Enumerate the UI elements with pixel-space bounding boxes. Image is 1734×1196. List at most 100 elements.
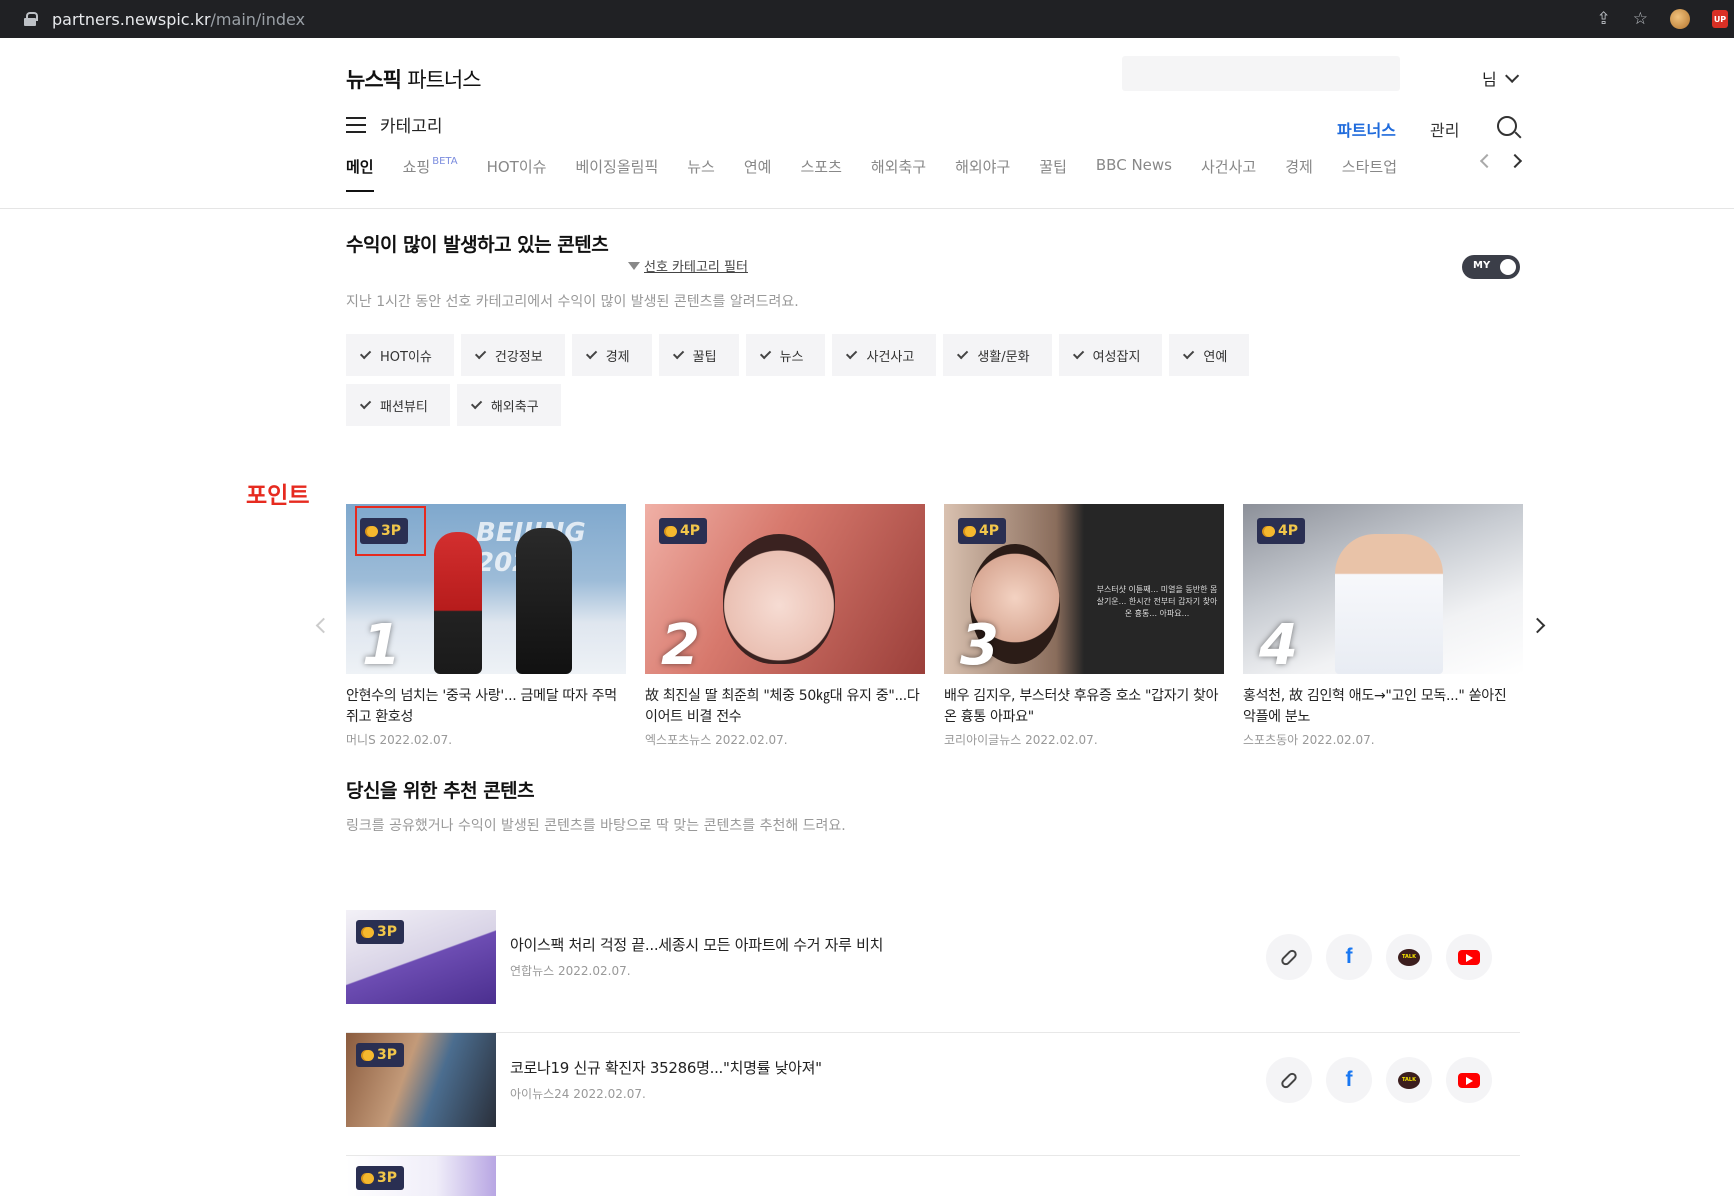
nav-item-main[interactable]: 메인	[346, 156, 374, 190]
kakaotalk-share-button[interactable]: TALK	[1386, 1057, 1432, 1103]
chip-health[interactable]: 건강정보	[461, 334, 565, 376]
card-meta: 코리아이글뉴스 2022.02.07.	[944, 731, 1224, 748]
thumb-caption: 부스터샷 이튿째... 미열을 동반한 몸살기운... 한시간 전부터 갑자기 …	[1094, 584, 1220, 620]
category-nav: 메인 쇼핑BETA HOT이슈 베이징올림픽 뉴스 연예 스포츠 해외축구 해외…	[346, 156, 1426, 190]
chip-news[interactable]: 뉴스	[746, 334, 826, 376]
header-search-box[interactable]	[1122, 56, 1400, 91]
youtube-share-button[interactable]	[1446, 934, 1492, 980]
chevron-right-icon[interactable]	[1508, 154, 1522, 168]
card-title[interactable]: 홍석천, 故 김인혁 애도→"고인 모독..." 쏟아진 악플에 분노	[1243, 686, 1523, 728]
nav-item-foreign-baseball[interactable]: 해외야구	[955, 156, 1010, 190]
site-logo[interactable]: 뉴스픽 파트너스	[346, 64, 481, 94]
category-label: 카테고리	[380, 112, 443, 137]
card-title[interactable]: 안현수의 넘치는 '중국 사랑'... 금메달 따자 주먹 쥐고 환호성	[346, 686, 626, 728]
logo-thin: 파트너스	[407, 68, 480, 92]
toggle-label: MY	[1473, 260, 1490, 271]
kakaotalk-icon: TALK	[1398, 949, 1420, 966]
item-title[interactable]: 아이스팩 처리 걱정 끝...세종시 모든 아파트에 수거 자루 비치	[510, 934, 883, 955]
my-toggle[interactable]: MY	[1462, 255, 1520, 279]
points-badge: 3P	[356, 1166, 404, 1190]
chip-label: 연예	[1203, 346, 1227, 365]
youtube-share-button[interactable]	[1446, 1057, 1492, 1103]
card-date: 2022.02.07.	[715, 733, 788, 747]
list-item[interactable]: 3P	[346, 1156, 1520, 1196]
facebook-icon: f	[1346, 945, 1353, 969]
nav-item-label: 쇼핑	[403, 158, 431, 176]
toggle-knob	[1500, 259, 1516, 275]
chip-lifestyle[interactable]: 생활/문화	[943, 334, 1051, 376]
chevron-left-icon[interactable]	[1480, 154, 1494, 168]
chip-tips[interactable]: 꿀팁	[659, 334, 739, 376]
category-menu-button[interactable]: 카테고리	[346, 112, 443, 137]
carousel-prev-icon[interactable]	[316, 618, 332, 634]
user-menu[interactable]: 님	[1482, 66, 1515, 90]
points-badge: 4P	[659, 518, 707, 544]
share-icon[interactable]: ⇪	[1597, 9, 1611, 29]
nav-item-bbc[interactable]: BBC News	[1096, 156, 1172, 190]
trending-card[interactable]: 4P 2 故 최진실 딸 최준희 "체중 50㎏대 유지 중"...다이어트 비…	[645, 504, 925, 748]
item-thumbnail: 3P	[346, 910, 496, 1004]
chip-label: 경제	[606, 346, 630, 365]
check-icon	[846, 348, 857, 359]
card-source: 코리아이글뉴스	[944, 733, 1021, 747]
trending-card[interactable]: 부스터샷 이튿째... 미열을 동반한 몸살기운... 한시간 전부터 갑자기 …	[944, 504, 1224, 748]
trending-card[interactable]: 4P 4 홍석천, 故 김인혁 애도→"고인 모독..." 쏟아진 악플에 분노…	[1243, 504, 1523, 748]
recommend-title: 당신을 위한 추천 콘텐츠	[346, 776, 534, 803]
chip-incidents[interactable]: 사건사고	[832, 334, 936, 376]
chip-hot[interactable]: HOT이슈	[346, 334, 454, 376]
rank-number: 1	[362, 613, 401, 674]
carousel-next-icon[interactable]	[1530, 618, 1546, 634]
thumb-figure	[434, 532, 482, 674]
partners-link[interactable]: 파트너스	[1337, 117, 1396, 141]
nav-item-incidents[interactable]: 사건사고	[1201, 156, 1256, 190]
chip-entertainment[interactable]: 연예	[1169, 334, 1249, 376]
facebook-share-button[interactable]: f	[1326, 1057, 1372, 1103]
points-badge: 4P	[958, 518, 1006, 544]
copy-link-button[interactable]	[1266, 1057, 1312, 1103]
link-icon	[1279, 1070, 1298, 1089]
chip-fashion-beauty[interactable]: 패션뷰티	[346, 384, 450, 426]
card-title[interactable]: 故 최진실 딸 최준희 "체중 50㎏대 유지 중"...다이어트 비결 전수	[645, 686, 925, 728]
points-badge: 4P	[1257, 518, 1305, 544]
nav-item-shopping[interactable]: 쇼핑BETA	[403, 156, 458, 190]
nav-item-news[interactable]: 뉴스	[687, 156, 715, 190]
extension-badge-icon[interactable]: UP	[1712, 10, 1728, 28]
star-icon[interactable]: ☆	[1633, 9, 1648, 29]
nav-item-foreign-soccer[interactable]: 해외축구	[871, 156, 926, 190]
facebook-share-button[interactable]: f	[1326, 934, 1372, 980]
coin-icon	[363, 927, 374, 938]
search-icon[interactable]	[1497, 116, 1517, 136]
admin-link[interactable]: 관리	[1430, 117, 1459, 141]
card-date: 2022.02.07.	[1025, 733, 1098, 747]
copy-link-button[interactable]	[1266, 934, 1312, 980]
card-thumbnail: 부스터샷 이튿째... 미열을 동반한 몸살기운... 한시간 전부터 갑자기 …	[944, 504, 1224, 674]
nav-item-tips[interactable]: 꿀팁	[1039, 156, 1067, 190]
check-icon	[475, 348, 486, 359]
list-item[interactable]: 3P 아이스팩 처리 걱정 끝...세종시 모든 아파트에 수거 자루 비치 연…	[346, 910, 1520, 1033]
point-annotation-box	[355, 506, 426, 556]
nav-item-olympics[interactable]: 베이징올림픽	[575, 156, 658, 190]
preferred-category-filter-link[interactable]: 선호 카테고리 필터	[628, 256, 748, 275]
url-field[interactable]: partners.newspic.kr/main/index	[10, 4, 1660, 34]
card-title[interactable]: 배우 김지우, 부스터샷 후유증 호소 "갑자기 찾아온 흉통 아파요"	[944, 686, 1224, 728]
nav-item-startup[interactable]: 스타트업	[1342, 156, 1397, 190]
nav-item-economy[interactable]: 경제	[1285, 156, 1313, 190]
chip-women-magazine[interactable]: 여성잡지	[1059, 334, 1163, 376]
extension-avatar-icon[interactable]	[1670, 9, 1690, 29]
list-item[interactable]: 3P 코로나19 신규 확진자 35286명..."치명률 낮아져" 아이뉴스2…	[346, 1033, 1520, 1156]
points-value: 4P	[680, 523, 700, 539]
kakaotalk-share-button[interactable]: TALK	[1386, 934, 1432, 980]
points-value: 4P	[1278, 523, 1298, 539]
user-name-label: 님	[1482, 66, 1497, 90]
card-date: 2022.02.07.	[380, 733, 453, 747]
item-meta: 아이뉴스24 2022.02.07.	[510, 1085, 646, 1102]
item-title[interactable]: 코로나19 신규 확진자 35286명..."치명률 낮아져"	[510, 1057, 822, 1078]
nav-item-hot[interactable]: HOT이슈	[487, 156, 547, 190]
points-value: 4P	[979, 523, 999, 539]
rank-number: 3	[960, 613, 999, 674]
category-chips: HOT이슈 건강정보 경제 꿀팁 뉴스 사건사고 생활/문화 여성잡지 연예 패…	[346, 334, 1326, 426]
chip-foreign-soccer[interactable]: 해외축구	[457, 384, 561, 426]
chip-economy[interactable]: 경제	[572, 334, 652, 376]
nav-item-sports[interactable]: 스포츠	[800, 156, 841, 190]
nav-item-entertainment[interactable]: 연예	[744, 156, 772, 190]
